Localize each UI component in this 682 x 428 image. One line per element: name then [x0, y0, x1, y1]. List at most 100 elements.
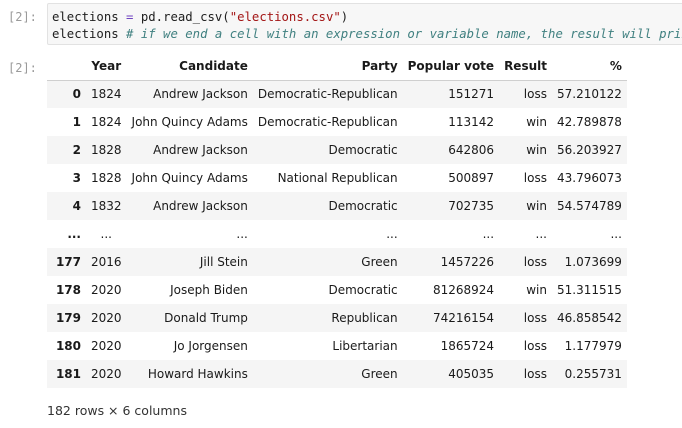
cell-percent: 54.574789: [556, 199, 622, 213]
cell-year: 1832: [91, 199, 122, 213]
cell-party: Green: [361, 367, 398, 381]
table-row: 3 1828 John Quincy Adams National Republica…: [47, 164, 627, 192]
cell-year: 1828: [91, 143, 122, 157]
code-comment: # if we end a cell with an expression or…: [118, 27, 682, 41]
cell-year: 1824: [91, 115, 122, 129]
cell-index: 2: [72, 143, 81, 157]
code-close-paren: ): [340, 10, 349, 24]
cell-result: win: [526, 115, 547, 129]
cell-result: loss: [523, 255, 547, 269]
cell-popular-vote: 702735: [448, 199, 495, 213]
cell-year: 2020: [91, 283, 122, 297]
cell-result: loss: [523, 367, 547, 381]
dataframe-shape: 182 rows × 6 columns: [47, 403, 187, 418]
cell-percent: 56.203927: [556, 143, 622, 157]
cell-popular-vote: 113142: [448, 115, 495, 129]
cell-index: 0: [72, 87, 81, 102]
cell-popular-vote: 1457226: [440, 255, 495, 269]
cell-candidate: Andrew Jackson: [153, 143, 248, 157]
cell-index: 180: [55, 339, 81, 353]
cell-year: 1828: [91, 171, 122, 185]
table-row: 0 1824 Andrew Jackson Democratic-Republican…: [47, 80, 627, 108]
cell-percent: 42.789878: [556, 115, 622, 129]
cell-percent: 1.177979: [564, 339, 622, 353]
cell-party: ...: [386, 227, 398, 241]
cell-result: loss: [523, 87, 547, 102]
cell-popular-vote: 405035: [448, 367, 495, 381]
cell-index: 177: [55, 255, 81, 269]
cell-index: ...: [67, 227, 81, 241]
cell-year: ...: [100, 227, 112, 241]
header-candidate: Candidate: [126, 52, 253, 81]
code-var-line2: elections: [52, 27, 119, 41]
table-row: 4 1832 Andrew Jackson Democratic 702735 win 54…: [47, 192, 627, 220]
code-operator: =: [118, 10, 141, 24]
header-party: Party: [252, 52, 403, 81]
cell-index: 3: [72, 171, 81, 185]
cell-index: 178: [55, 283, 81, 297]
cell-party: Republican: [331, 311, 398, 325]
cell-index: 179: [55, 311, 81, 325]
cell-party: Democratic-Republican: [257, 87, 398, 102]
cell-candidate: John Quincy Adams: [131, 115, 248, 129]
cell-candidate: Jill Stein: [199, 255, 248, 269]
cell-party: National Republican: [277, 171, 398, 185]
cell-result: loss: [523, 311, 547, 325]
cell-result: loss: [523, 339, 547, 353]
cell-year: 2020: [91, 367, 122, 381]
cell-index: 4: [72, 199, 81, 213]
cell-candidate: Andrew Jackson: [153, 87, 248, 102]
cell-candidate: Donald Trump: [164, 311, 248, 325]
cell-candidate: Joseph Biden: [170, 283, 248, 297]
cell-result: win: [526, 199, 547, 213]
cell-party: Democratic-Republican: [257, 115, 398, 129]
input-prompt: [2]:: [8, 10, 37, 24]
cell-popular-vote: 81268924: [432, 283, 495, 297]
cell-result: loss: [523, 171, 547, 185]
cell-popular-vote: 642806: [448, 143, 495, 157]
cell-party: Democratic: [328, 283, 398, 297]
cell-percent: 43.796073: [556, 171, 622, 185]
code-cell-input[interactable]: elections = pd.read_csv("elections.csv")…: [47, 3, 682, 45]
dataframe-table: Year Candidate Party Popular vote Result…: [47, 52, 627, 388]
cell-result: win: [526, 283, 547, 297]
cell-percent: 46.858542: [556, 311, 622, 325]
cell-party: Green: [361, 255, 398, 269]
table-row: 1 1824 John Quincy Adams Democratic-Republi…: [47, 108, 627, 136]
cell-index: 1: [72, 115, 81, 129]
cell-year: 1824: [91, 87, 122, 102]
cell-year: 2020: [91, 311, 122, 325]
cell-candidate: Jo Jorgensen: [173, 339, 248, 353]
table-row: 181 2020 Howard Hawkins Green 405035 loss 0.25…: [47, 360, 627, 388]
output-area: Year Candidate Party Popular vote Result…: [47, 52, 672, 388]
cell-percent: ...: [610, 227, 622, 241]
code-string: "elections.csv": [229, 10, 341, 24]
table-row: 180 2020 Jo Jorgensen Libertarian 1865724 los…: [47, 332, 627, 360]
table-row: 177 2016 Jill Stein Green 1457226 loss 1.07369…: [47, 248, 627, 276]
cell-index: 181: [55, 367, 81, 381]
header-popular-vote: Popular vote: [402, 52, 500, 81]
cell-percent: 51.311515: [556, 283, 622, 297]
cell-party: Democratic: [328, 143, 398, 157]
cell-candidate: Howard Hawkins: [147, 367, 248, 381]
cell-percent: 0.255731: [564, 367, 622, 381]
cell-result: ...: [535, 227, 547, 241]
header-index: [47, 52, 86, 81]
cell-popular-vote: 500897: [448, 171, 495, 185]
cell-candidate: John Quincy Adams: [131, 171, 248, 185]
table-row: 178 2020 Joseph Biden Democratic 81268924 win…: [47, 276, 627, 304]
cell-popular-vote: 74216154: [432, 311, 495, 325]
cell-candidate: ...: [236, 227, 248, 241]
table-row: 2 1828 Andrew Jackson Democratic 642806 win 56…: [47, 136, 627, 164]
cell-candidate: Andrew Jackson: [153, 199, 248, 213]
cell-percent: 1.073699: [564, 255, 622, 269]
table-header-row: Year Candidate Party Popular vote Result…: [47, 52, 627, 81]
table-row: .....................: [47, 220, 627, 248]
header-percent: %: [551, 52, 627, 81]
header-year: Year: [86, 52, 127, 81]
cell-popular-vote: 151271: [448, 87, 495, 102]
cell-result: win: [526, 143, 547, 157]
cell-popular-vote: 1865724: [440, 339, 495, 353]
header-result: Result: [499, 52, 552, 81]
cell-percent: 57.210122: [556, 87, 622, 102]
